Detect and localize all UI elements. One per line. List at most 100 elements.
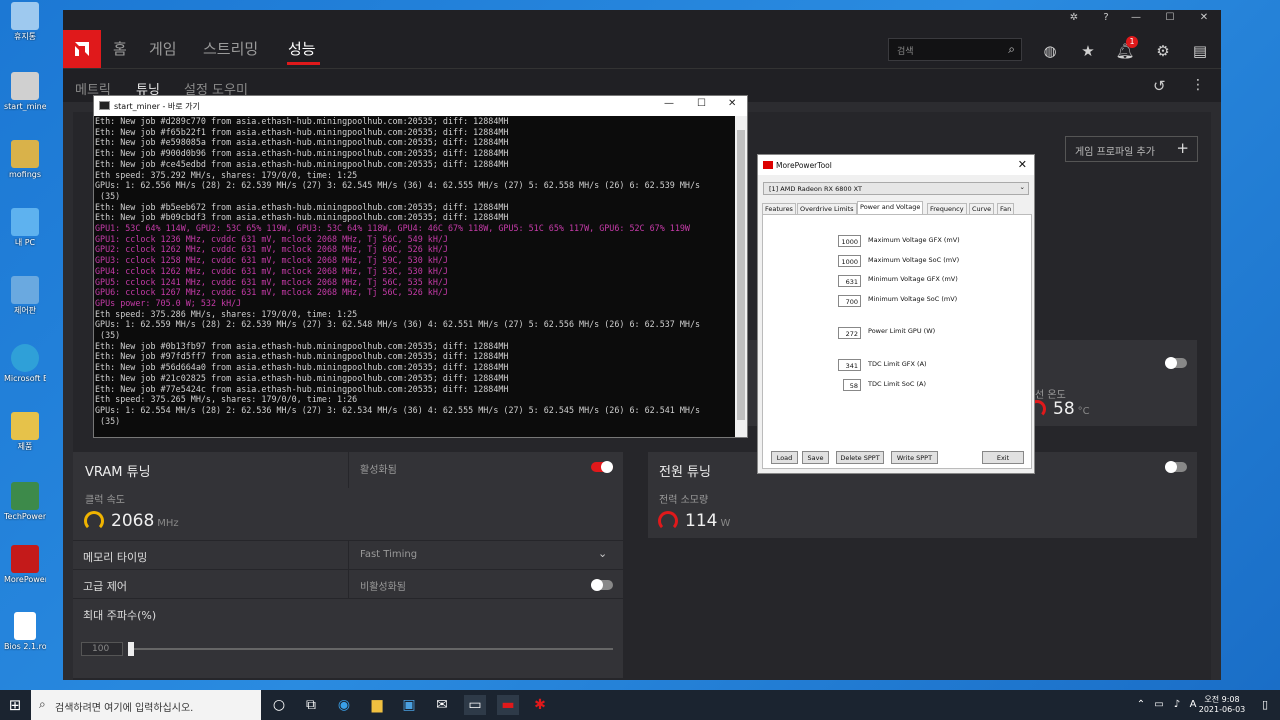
chevron-down-icon[interactable]: ⌄ (598, 547, 607, 560)
mpt-exit-button[interactable]: Exit (982, 451, 1024, 464)
desktop-icon-control-panel[interactable]: 제어판 (4, 276, 46, 315)
console-line: Eth: New job #0b13fb97 from asia.ethash-… (95, 340, 509, 351)
help-icon[interactable]: ? (1096, 12, 1116, 23)
mpt-delete-sppt-button[interactable]: Delete SPPT (836, 451, 884, 464)
console-minimize-button[interactable]: — (664, 98, 674, 109)
console-line: Eth: New job #b09cbdf3 from asia.ethash-… (95, 212, 509, 223)
nav-home[interactable]: 홈 (113, 38, 127, 59)
file-explorer-icon[interactable]: ▆ (366, 695, 388, 715)
more-icon[interactable]: ⋮ (1191, 77, 1205, 93)
mpt-tab-curve[interactable]: Curve (969, 203, 995, 214)
console-scrollbar[interactable] (735, 116, 747, 437)
power-tuning-toggle[interactable] (1165, 461, 1187, 473)
user-folder-icon (11, 140, 39, 168)
mpt-tabs: Features Overdrive Limits Power and Volt… (762, 201, 1032, 214)
maximize-button[interactable]: ☐ (1160, 12, 1180, 23)
desktop-icon-start-miner[interactable]: start_miner - 바로 가기 (4, 72, 46, 111)
tdc-limit-soc-input[interactable]: 58 (843, 379, 861, 391)
console-scrollbar-thumb[interactable] (737, 130, 745, 420)
taskbar-clock[interactable]: 오전 9:08 2021-06-03 (1196, 695, 1248, 715)
clock-date: 2021-06-03 (1198, 705, 1246, 714)
desktop-icon-recycle-bin[interactable]: 휴지통 (4, 2, 46, 41)
mpt-load-button[interactable]: Load (771, 451, 798, 464)
mpt-save-button[interactable]: Save (802, 451, 829, 464)
mpt-tab-power-voltage[interactable]: Power and Voltage (857, 201, 924, 214)
minimize-button[interactable]: — (1126, 12, 1146, 23)
amd-logo[interactable] (63, 30, 101, 68)
amd-taskbar-icon[interactable]: ▬ (497, 695, 519, 715)
vram-tuning-toggle[interactable] (591, 461, 613, 473)
desktop-icon-label: Bios 2.1.rom (4, 642, 46, 651)
advanced-control-toggle[interactable] (591, 579, 613, 591)
globe-icon[interactable]: ◍ (1040, 41, 1060, 61)
taskbar-search-input[interactable]: ⌕ 검색하려면 여기에 입력하십시오. (31, 690, 261, 720)
min-voltage-gfx-input[interactable]: 631 (838, 275, 861, 287)
star-icon[interactable]: ★ (1078, 41, 1098, 61)
desktop-icon-gpuz[interactable]: TechPowerUp GPU-Z (4, 482, 46, 521)
console-output: Eth: New job #d289c770 from asia.ethash-… (94, 116, 736, 437)
task-view-icon[interactable]: ⧉ (300, 695, 322, 715)
amd-logo-icon (75, 42, 89, 56)
console-line: (35) (95, 190, 121, 201)
max-frequency-slider-handle[interactable] (128, 642, 134, 656)
sidebar-toggle-icon[interactable]: ▤ (1190, 41, 1210, 61)
edge-taskbar-icon[interactable]: ◉ (333, 695, 355, 715)
desktop-icon-this-pc[interactable]: 내 PC (4, 208, 46, 247)
max-voltage-gfx-input[interactable]: 1000 (838, 235, 861, 247)
search-icon[interactable]: ⌕ (1008, 42, 1015, 57)
tdc-limit-soc-label: TDC Limit SoC (A) (868, 380, 926, 388)
power-limit-gpu-input[interactable]: 272 (838, 327, 861, 339)
vram-state-label: 활성화됨 (360, 465, 397, 476)
bug-report-icon[interactable]: ✲ (1064, 12, 1084, 23)
max-voltage-soc-input[interactable]: 1000 (838, 255, 861, 267)
desktop-icon-user[interactable]: mofings (4, 140, 46, 179)
gear-icon[interactable]: ⚙ (1153, 41, 1173, 61)
add-game-profile-label: 게임 프로파일 추가 (1075, 147, 1155, 158)
nav-streaming[interactable]: 스트리밍 (203, 38, 258, 59)
shortcut-icon (11, 72, 39, 100)
close-button[interactable]: ✕ (1194, 12, 1214, 23)
max-frequency-slider-track[interactable] (129, 648, 613, 650)
memory-timing-label: 메모리 타이밍 (83, 551, 148, 564)
console-line: Eth: New job #77e5424c from asia.ethash-… (95, 383, 509, 394)
memory-timing-select[interactable]: Fast Timing (360, 549, 417, 560)
store-icon[interactable]: ▣ (398, 695, 420, 715)
reset-icon[interactable]: ↺ (1153, 77, 1166, 95)
mpt-gpu-select[interactable]: [1] AMD Radeon RX 6800 XT ⌄ (763, 182, 1029, 195)
amd-header: 홈 게임 스트리밍 성능 ✲ ? — ☐ ✕ 검색 ⌕ ◍ ★ 🔔︎ 1 ⚙ ▤ (63, 10, 1221, 68)
tdc-limit-gfx-input[interactable]: 341 (838, 359, 861, 371)
add-game-profile-button[interactable]: 게임 프로파일 추가 + (1065, 136, 1198, 162)
search-input[interactable]: 검색 ⌕ (888, 38, 1022, 61)
mpt-tab-frequency[interactable]: Frequency (927, 203, 967, 214)
vram-title: VRAM 튜닝 (85, 465, 151, 480)
desktop-icon-morepowertool[interactable]: MorePowerTool (4, 545, 46, 584)
windows-start-icon[interactable]: ⊞ (4, 695, 26, 715)
nav-games[interactable]: 게임 (149, 38, 177, 59)
console-line: Eth: New job #97fd5ff7 from asia.ethash-… (95, 351, 509, 362)
gpu-tuning-toggle[interactable] (1165, 357, 1187, 369)
desktop-icon-bios-file[interactable]: Bios 2.1.rom (4, 612, 46, 651)
nav-performance[interactable]: 성능 (288, 38, 316, 59)
desktop-icon-folder[interactable]: 제품 (4, 412, 46, 451)
mpt-close-button[interactable]: ✕ (1018, 158, 1027, 171)
mpt-gpu-select-value: [1] AMD Radeon RX 6800 XT (769, 185, 862, 193)
max-frequency-input[interactable]: 100 (81, 642, 123, 656)
min-voltage-soc-input[interactable]: 700 (838, 295, 861, 307)
notification-center-icon[interactable]: ▯ (1254, 695, 1276, 715)
console-line: (35) (95, 330, 121, 341)
desktop-icon-edge[interactable]: Microsoft Edge (4, 344, 46, 383)
mail-icon[interactable]: ✉ (431, 695, 453, 715)
desktop-icon-label: 제품 (17, 442, 33, 451)
mpt-write-sppt-button[interactable]: Write SPPT (891, 451, 938, 464)
console-close-button[interactable]: ✕ (728, 98, 736, 109)
mpt-tab-fan[interactable]: Fan (997, 203, 1015, 214)
min-voltage-gfx-label: Minimum Voltage GFX (mV) (868, 275, 958, 283)
console-window: start_miner - 바로 가기 — ☐ ✕ Eth: New job #… (93, 95, 748, 438)
console-taskbar-icon[interactable]: ▭ (464, 695, 486, 715)
cortana-icon[interactable]: ○ (268, 695, 290, 715)
mpt-tab-features[interactable]: Features (762, 203, 796, 214)
console-maximize-button[interactable]: ☐ (697, 98, 706, 109)
power-title: 전원 튜닝 (659, 465, 711, 480)
mpt-tab-overdrive-limits[interactable]: Overdrive Limits (797, 203, 857, 214)
morepowertool-taskbar-icon[interactable]: ✱ (529, 695, 551, 715)
